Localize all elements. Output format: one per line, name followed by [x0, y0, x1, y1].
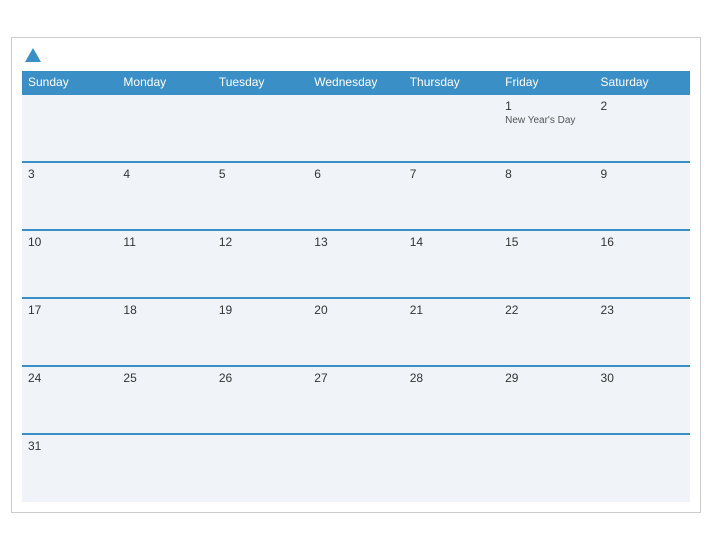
calendar-cell [595, 434, 690, 502]
day-number: 9 [601, 167, 684, 181]
week-row-3: 10 11 12 13 14 15 16 [22, 230, 690, 298]
calendar-cell: 5 [213, 162, 308, 230]
calendar-cell [213, 434, 308, 502]
week-row-4: 17 18 19 20 21 22 23 [22, 298, 690, 366]
calendar-cell: 9 [595, 162, 690, 230]
day-number: 20 [314, 303, 397, 317]
calendar-cell: 27 [308, 366, 403, 434]
week-row-5: 24 25 26 27 28 29 30 [22, 366, 690, 434]
weekday-header-tuesday: Tuesday [213, 71, 308, 94]
day-number: 26 [219, 371, 302, 385]
logo [22, 48, 41, 63]
day-number: 16 [601, 235, 684, 249]
day-number: 2 [601, 99, 684, 113]
calendar-cell: 26 [213, 366, 308, 434]
weekday-header-sunday: Sunday [22, 71, 117, 94]
calendar-cell: 22 [499, 298, 594, 366]
day-number: 21 [410, 303, 493, 317]
day-number: 7 [410, 167, 493, 181]
weekday-header-friday: Friday [499, 71, 594, 94]
calendar-cell: 18 [117, 298, 212, 366]
calendar-cell: 2 [595, 94, 690, 162]
day-number: 10 [28, 235, 111, 249]
calendar-cell: 8 [499, 162, 594, 230]
day-number: 8 [505, 167, 588, 181]
day-number: 14 [410, 235, 493, 249]
weekday-header-monday: Monday [117, 71, 212, 94]
day-number: 30 [601, 371, 684, 385]
calendar-cell: 15 [499, 230, 594, 298]
calendar-table: SundayMondayTuesdayWednesdayThursdayFrid… [22, 71, 690, 502]
calendar-cell: 11 [117, 230, 212, 298]
calendar-cell: 24 [22, 366, 117, 434]
weekday-header-thursday: Thursday [404, 71, 499, 94]
day-number: 31 [28, 439, 111, 453]
calendar-cell [404, 94, 499, 162]
week-row-2: 3456789 [22, 162, 690, 230]
calendar-cell: 3 [22, 162, 117, 230]
logo-triangle-icon [25, 48, 41, 62]
day-number: 28 [410, 371, 493, 385]
calendar-container: SundayMondayTuesdayWednesdayThursdayFrid… [11, 37, 701, 513]
day-number: 27 [314, 371, 397, 385]
calendar-cell: 4 [117, 162, 212, 230]
weekday-header-row: SundayMondayTuesdayWednesdayThursdayFrid… [22, 71, 690, 94]
week-row-6: 31 [22, 434, 690, 502]
calendar-cell [404, 434, 499, 502]
day-number: 3 [28, 167, 111, 181]
day-number: 23 [601, 303, 684, 317]
day-number: 22 [505, 303, 588, 317]
day-number: 4 [123, 167, 206, 181]
day-number: 11 [123, 235, 206, 249]
calendar-header [22, 48, 690, 63]
calendar-cell: 19 [213, 298, 308, 366]
day-event: New Year's Day [505, 115, 588, 126]
calendar-cell: 20 [308, 298, 403, 366]
day-number: 5 [219, 167, 302, 181]
calendar-cell: 12 [213, 230, 308, 298]
calendar-cell: 21 [404, 298, 499, 366]
calendar-cell: 14 [404, 230, 499, 298]
calendar-cell: 17 [22, 298, 117, 366]
day-number: 6 [314, 167, 397, 181]
calendar-cell [308, 434, 403, 502]
day-number: 29 [505, 371, 588, 385]
day-number: 12 [219, 235, 302, 249]
calendar-cell: 10 [22, 230, 117, 298]
day-number: 18 [123, 303, 206, 317]
calendar-cell: 25 [117, 366, 212, 434]
calendar-cell [308, 94, 403, 162]
calendar-cell [22, 94, 117, 162]
weekday-header-saturday: Saturday [595, 71, 690, 94]
calendar-cell [117, 434, 212, 502]
calendar-cell: 28 [404, 366, 499, 434]
calendar-cell: 16 [595, 230, 690, 298]
day-number: 15 [505, 235, 588, 249]
calendar-cell: 29 [499, 366, 594, 434]
calendar-cell [117, 94, 212, 162]
calendar-cell: 7 [404, 162, 499, 230]
day-number: 13 [314, 235, 397, 249]
day-number: 19 [219, 303, 302, 317]
week-row-1: 1 New Year's Day 2 [22, 94, 690, 162]
calendar-cell: 30 [595, 366, 690, 434]
weekday-header-wednesday: Wednesday [308, 71, 403, 94]
day-number: 17 [28, 303, 111, 317]
day-number: 24 [28, 371, 111, 385]
calendar-cell: 6 [308, 162, 403, 230]
calendar-cell [213, 94, 308, 162]
calendar-cell [499, 434, 594, 502]
day-number: 1 [505, 99, 588, 113]
calendar-cell: 1 New Year's Day [499, 94, 594, 162]
day-number: 25 [123, 371, 206, 385]
calendar-cell: 31 [22, 434, 117, 502]
calendar-cell: 13 [308, 230, 403, 298]
calendar-cell: 23 [595, 298, 690, 366]
